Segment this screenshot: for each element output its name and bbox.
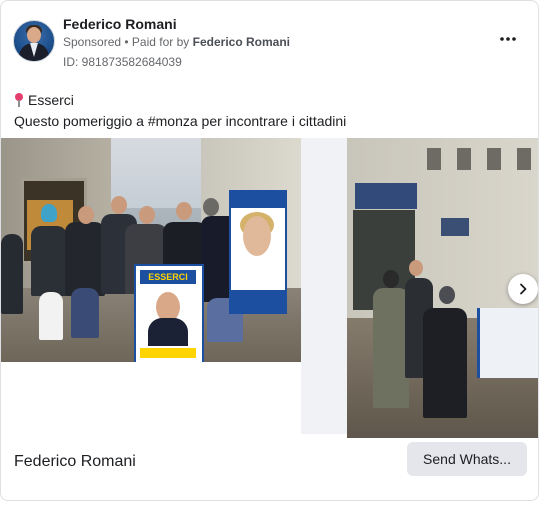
avatar[interactable] <box>13 20 55 62</box>
sponsored-label: Sponsored <box>63 35 122 49</box>
carousel-next-button[interactable] <box>508 274 538 304</box>
post-text-line1: Esserci <box>14 92 74 108</box>
author-name[interactable]: Federico Romani <box>63 16 177 32</box>
carousel-image-1[interactable]: ESSERCI <box>1 138 301 362</box>
send-whatsapp-button[interactable]: Send Whats... <box>407 442 527 476</box>
post-text-line2: Questo pomeriggio a #monza per incontrar… <box>14 113 347 129</box>
paid-for-name: Federico Romani <box>192 35 290 49</box>
sponsored-line: Sponsored • Paid for by Federico Romani <box>63 35 290 49</box>
campaign-poster: ESSERCI <box>134 264 204 362</box>
card-footer-name[interactable]: Federico Romani <box>14 453 136 471</box>
pin-emoji-icon <box>14 93 24 107</box>
campaign-banner <box>229 190 287 314</box>
ad-card: Federico Romani Sponsored • Paid for by … <box>0 0 539 501</box>
carousel-spacer <box>301 138 347 434</box>
ad-id: ID: 981873582684039 <box>63 55 182 69</box>
image-carousel: ESSERCI <box>1 138 538 438</box>
post-text-esserci: Esserci <box>28 92 74 108</box>
paid-for-prefix: • Paid for by <box>124 35 190 49</box>
chevron-right-icon <box>520 283 527 295</box>
more-horizontal-icon[interactable] <box>498 29 518 49</box>
